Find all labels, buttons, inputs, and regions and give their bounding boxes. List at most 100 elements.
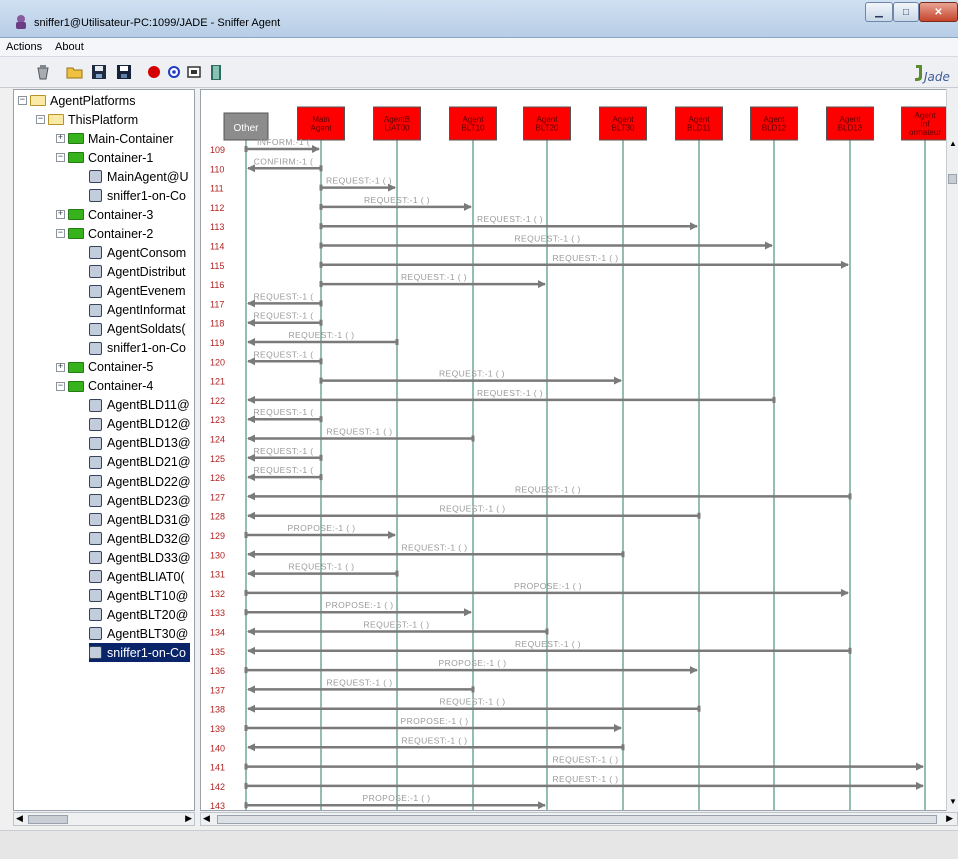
message-origin-mark (697, 705, 701, 712)
tree-expander-icon[interactable]: − (56, 381, 65, 391)
tree-agent-node[interactable]: AgentBLD31@ (89, 510, 191, 529)
tree-expander-icon[interactable]: − (36, 115, 45, 125)
close-button[interactable]: ✕ (919, 2, 958, 22)
message-index: 126 (210, 473, 225, 483)
menu-about[interactable]: About (55, 41, 84, 53)
tree-container-node[interactable]: + Container-3 (56, 205, 153, 224)
tree-agent-node[interactable]: AgentBLD33@ (89, 548, 191, 567)
record-icon[interactable] (145, 63, 163, 81)
tree-node-label: AgentBLD32@ (107, 531, 191, 546)
diagram-hscroll-thumb[interactable] (217, 815, 937, 824)
agent-icon (89, 589, 102, 603)
maximize-button[interactable]: □ (893, 2, 919, 22)
scroll-up-arrow-icon[interactable]: ▲ (949, 139, 957, 148)
message-label: PROPOSE:-1 ( ) (363, 793, 431, 803)
tree-container-node[interactable]: − Container-1 (56, 148, 153, 167)
minimize-button[interactable]: ▁ (865, 2, 893, 22)
message-index: 134 (210, 628, 225, 638)
agent-icon (89, 608, 102, 622)
tree-expander-icon[interactable]: + (56, 134, 65, 144)
agent-icon (89, 494, 102, 508)
agent-icon (89, 513, 102, 527)
message-origin-mark (772, 396, 776, 403)
tree-agent-node[interactable]: AgentBLIAT0( (89, 567, 185, 586)
agent-icon (89, 398, 102, 412)
tree-expander-icon[interactable]: − (56, 153, 65, 163)
tree-agent-node[interactable]: MainAgent@U (89, 167, 188, 186)
tree-agent-node[interactable]: AgentConsom (89, 243, 186, 262)
message-index: 117 (210, 299, 224, 309)
scroll-left-arrow-icon[interactable]: ◀ (203, 813, 210, 824)
tree-agent-node[interactable]: AgentBLT30@ (89, 624, 188, 643)
message-label: PROPOSE:-1 ( ) (439, 658, 507, 668)
tree-agent-node[interactable]: AgentBLT20@ (89, 605, 188, 624)
tree-agent-node[interactable]: AgentBLD21@ (89, 453, 191, 472)
clear-canvas-icon[interactable] (34, 63, 52, 81)
diagram-vertical-scrollbar[interactable]: ▲ ▼ (946, 89, 958, 811)
save-tree-icon[interactable] (90, 63, 108, 81)
tree-node-label: Container-3 (88, 207, 154, 222)
message-index: 130 (210, 550, 225, 560)
tree-agent-node[interactable]: AgentSoldats( (89, 320, 186, 339)
save-icon[interactable] (115, 63, 133, 81)
exit-door-icon[interactable] (207, 63, 225, 81)
message-label: REQUEST:-1 ( ) (515, 639, 581, 649)
scroll-right-arrow-icon[interactable]: ▶ (185, 813, 192, 824)
tree-horizontal-scrollbar[interactable]: ◀ ▶ (13, 812, 195, 826)
agent-icon (89, 475, 102, 488)
message-origin-mark (545, 628, 549, 635)
menu-actions[interactable]: Actions (6, 41, 42, 53)
message-label: REQUEST:-1 ( ) (326, 677, 392, 687)
tree-container-node[interactable]: − Container-2 (56, 224, 153, 243)
tree-expander-icon[interactable]: − (56, 229, 65, 239)
tree-agent-node[interactable]: AgentBLD11@ (89, 396, 190, 415)
tree-node-label: AgentBLIAT0( (107, 569, 185, 584)
tree-agent-node[interactable]: sniffer1-on-Co (89, 339, 186, 358)
diagram-vscroll-thumb[interactable] (948, 174, 957, 184)
display-icon[interactable] (185, 63, 203, 81)
diagram-horizontal-scrollbar[interactable]: ◀ ▶ (200, 812, 958, 826)
message-index: 125 (210, 454, 225, 464)
agent-tree[interactable]: − AgentPlatforms − ThisPlatform + Main-Contai… (13, 89, 195, 811)
tree-agent-node[interactable]: AgentBLD12@ (89, 415, 191, 434)
message-label: REQUEST:-1 ( ) (552, 774, 618, 784)
message-origin-mark (319, 377, 323, 384)
tree-hscroll-thumb[interactable] (28, 815, 68, 824)
agent-header-label: BLD13 (838, 124, 863, 133)
scroll-right-arrow-icon[interactable]: ▶ (946, 813, 953, 824)
open-icon[interactable] (66, 63, 84, 81)
tree-container-node[interactable]: + Container-5 (56, 358, 153, 377)
tree-expander-icon[interactable]: − (18, 96, 27, 105)
message-label: REQUEST:-1 ( ) (364, 195, 430, 205)
agent-icon (89, 570, 102, 584)
folder-icon (48, 114, 64, 126)
tree-container-node[interactable]: + Main-Container (56, 129, 173, 148)
tree-container-node[interactable]: − ThisPlatform (36, 110, 138, 129)
tree-container-node[interactable]: − Container-4 (56, 377, 153, 396)
tree-node-label: AgentBLD31@ (107, 512, 191, 527)
tree-agent-node[interactable]: AgentBLD22@ (89, 472, 191, 491)
tree-agent-node[interactable]: AgentBLD32@ (89, 529, 191, 548)
scroll-down-arrow-icon[interactable]: ▼ (949, 797, 957, 806)
sniffer-diagram[interactable]: Other Main Agent AgentB LIAT00 Agent BLT10 Agen… (200, 89, 958, 811)
agent-icon (89, 646, 102, 660)
tree-agent-node[interactable]: AgentBLD13@ (89, 434, 191, 453)
tree-agent-node[interactable]: AgentBLT10@ (89, 586, 188, 605)
tree-agent-node[interactable]: sniffer1-on-Co (89, 643, 190, 663)
tree-node-label: AgentBLD12@ (107, 417, 191, 432)
tree-expander-icon[interactable]: + (56, 362, 65, 372)
scroll-left-arrow-icon[interactable]: ◀ (16, 813, 23, 824)
tree-agent-node[interactable]: AgentInformat (89, 301, 186, 320)
tree-agent-node[interactable]: AgentDistribut (89, 262, 186, 281)
tree-agent-node[interactable]: AgentBLD23@ (89, 491, 191, 510)
message-origin-mark (244, 802, 248, 809)
filter-icon[interactable] (165, 63, 183, 81)
tree-agent-node[interactable]: AgentEvenem (89, 282, 186, 301)
message-origin-mark (319, 281, 323, 288)
tree-container-node[interactable]: − AgentPlatforms (18, 91, 135, 110)
message-index: 118 (210, 319, 224, 329)
tree-agent-node[interactable]: sniffer1-on-Co (89, 186, 186, 205)
message-index: 110 (210, 164, 224, 174)
message-label: REQUEST:-1 ( ) (326, 427, 392, 437)
tree-expander-icon[interactable]: + (56, 210, 65, 220)
